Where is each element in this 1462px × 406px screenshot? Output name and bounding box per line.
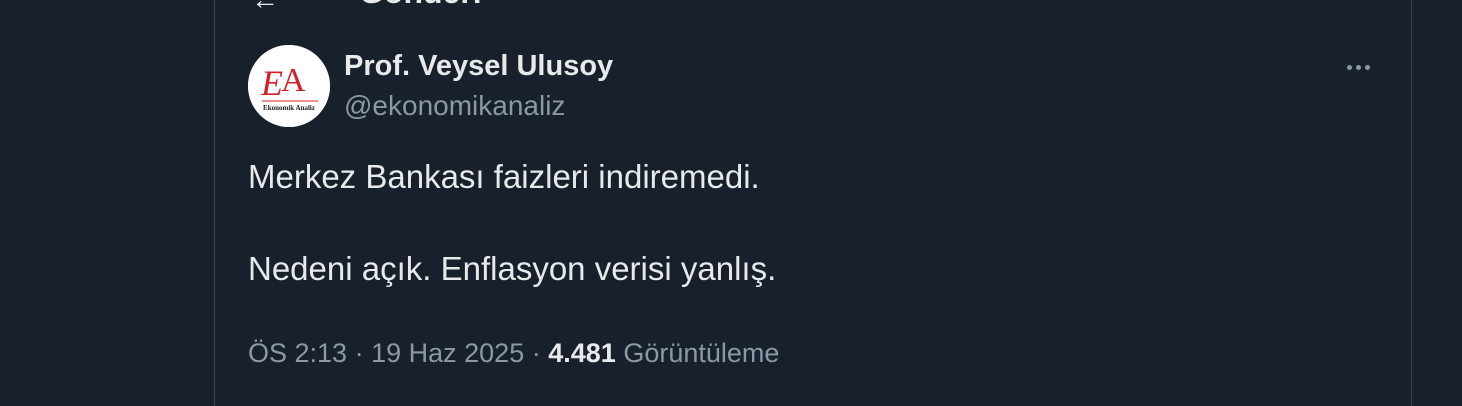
author-name[interactable]: Prof. Veysel Ulusoy <box>344 49 613 83</box>
logo-letter-e: E <box>260 63 283 103</box>
tweet-text: Merkez Bankası faizleri indiremedi. Nede… <box>248 157 1348 289</box>
tweet-time[interactable]: ÖS 2:13 <box>248 338 347 368</box>
tweet-text-line: Merkez Bankası faizleri indiremedi. <box>248 158 760 195</box>
logo-letter-a: A <box>281 62 306 99</box>
timeline-column: ← Gönderi E A Ekonomik Analiz Prof. Veys… <box>214 0 1412 406</box>
tweet-text-line: Nedeni açık. Enflasyon verisi yanlış. <box>248 250 777 287</box>
ekonomik-analiz-logo: E A Ekonomik Analiz <box>248 45 330 127</box>
page-title: Gönderi <box>359 0 482 10</box>
meta-separator: · <box>531 338 541 368</box>
author-info: Prof. Veysel Ulusoy @ekonomikanaliz <box>344 49 613 123</box>
tweet-date[interactable]: 19 Haz 2025 <box>371 338 524 368</box>
tweet-meta: ÖS 2:13 · 19 Haz 2025 · 4.481 Görüntülem… <box>248 336 779 370</box>
logo-caption: Ekonomik Analiz <box>263 104 315 112</box>
ellipsis-icon-dot <box>1364 64 1370 70</box>
page-header: ← Gönderi <box>251 0 482 14</box>
ellipsis-icon <box>1346 64 1352 70</box>
page: ← Gönderi E A Ekonomik Analiz Prof. Veys… <box>0 0 1462 406</box>
author-handle[interactable]: @ekonomikanaliz <box>344 89 613 123</box>
ellipsis-icon-dot <box>1355 64 1361 70</box>
back-arrow-icon[interactable]: ← <box>251 0 279 14</box>
views-label: Görüntüleme <box>623 338 780 368</box>
views-count: 4.481 <box>548 338 616 368</box>
more-options-button[interactable] <box>1336 51 1380 83</box>
meta-separator: · <box>354 338 364 368</box>
avatar[interactable]: E A Ekonomik Analiz <box>248 45 330 127</box>
